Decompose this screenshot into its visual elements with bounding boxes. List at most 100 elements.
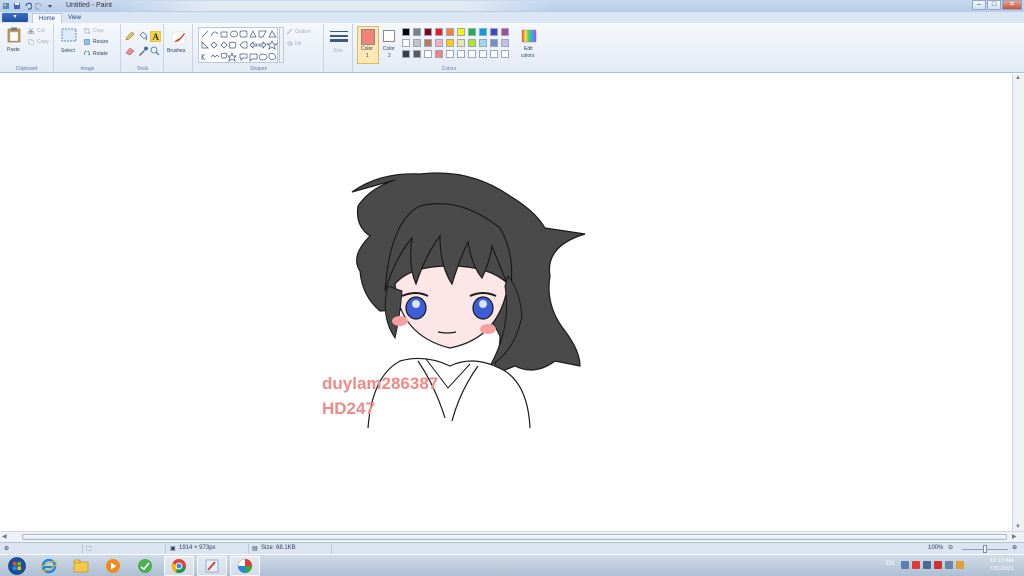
paint-app-icon[interactable] bbox=[2, 1, 10, 10]
zoom-in-icon[interactable]: ⊕ bbox=[1012, 544, 1017, 551]
file-explorer-icon[interactable] bbox=[66, 556, 96, 576]
palette-swatch[interactable] bbox=[490, 28, 498, 36]
crop-icon[interactable] bbox=[84, 28, 90, 36]
start-button[interactable] bbox=[2, 556, 32, 576]
palette-swatch[interactable] bbox=[435, 28, 443, 36]
paint-menu-button[interactable]: ▾ bbox=[2, 13, 28, 22]
brushes-button[interactable]: Brushes bbox=[167, 48, 185, 54]
eraser-icon[interactable] bbox=[125, 46, 135, 58]
horizontal-scroll-thumb[interactable] bbox=[22, 534, 1007, 540]
network-icon[interactable] bbox=[901, 561, 909, 569]
resize-button[interactable]: Resize bbox=[93, 39, 108, 45]
palette-swatch[interactable] bbox=[424, 39, 432, 47]
palette-swatch[interactable] bbox=[413, 39, 421, 47]
shapes-scroll[interactable] bbox=[279, 27, 284, 63]
undo-icon[interactable] bbox=[24, 1, 32, 10]
app-colorful-icon[interactable] bbox=[230, 556, 260, 576]
scroll-up-arrow-icon[interactable]: ▲ bbox=[1015, 75, 1021, 81]
internet-explorer-icon[interactable] bbox=[34, 556, 64, 576]
select-icon[interactable] bbox=[61, 28, 77, 44]
tab-view[interactable]: View bbox=[62, 13, 87, 23]
color2-swatch[interactable] bbox=[383, 30, 395, 42]
fill-icon[interactable] bbox=[286, 40, 294, 49]
palette-swatch[interactable] bbox=[446, 39, 454, 47]
battery-icon[interactable] bbox=[956, 561, 964, 569]
palette-swatch[interactable] bbox=[490, 50, 498, 58]
copy-button[interactable]: Copy bbox=[37, 39, 49, 45]
palette-swatch[interactable] bbox=[468, 50, 476, 58]
maximize-button[interactable]: □ bbox=[987, 0, 1001, 10]
color-picker-icon[interactable] bbox=[138, 46, 148, 58]
outline-icon[interactable] bbox=[286, 28, 294, 37]
edit-colors-label-2[interactable]: colors bbox=[521, 53, 534, 59]
scissors-icon[interactable] bbox=[27, 28, 35, 36]
fill-bucket-icon[interactable] bbox=[138, 31, 148, 43]
palette-swatch[interactable] bbox=[479, 28, 487, 36]
palette-swatch[interactable] bbox=[468, 28, 476, 36]
palette-swatch[interactable] bbox=[501, 39, 509, 47]
palette-swatch[interactable] bbox=[413, 28, 421, 36]
shapes-gallery[interactable] bbox=[198, 27, 279, 63]
volume-icon[interactable] bbox=[945, 561, 953, 569]
palette-swatch[interactable] bbox=[501, 28, 509, 36]
language-indicator[interactable]: EN bbox=[886, 561, 894, 567]
palette-swatch[interactable] bbox=[479, 50, 487, 58]
palette-swatch[interactable] bbox=[424, 28, 432, 36]
palette-swatch[interactable] bbox=[402, 28, 410, 36]
zoom-slider-thumb[interactable] bbox=[983, 545, 987, 553]
palette-swatch[interactable] bbox=[446, 50, 454, 58]
minimize-button[interactable]: – bbox=[972, 0, 986, 10]
palette-swatch[interactable] bbox=[402, 39, 410, 47]
flag-icon[interactable] bbox=[923, 561, 931, 569]
edit-colors-icon[interactable] bbox=[521, 29, 537, 45]
palette-swatch[interactable] bbox=[435, 39, 443, 47]
rotate-icon[interactable] bbox=[84, 50, 90, 59]
brush-icon[interactable] bbox=[170, 28, 188, 48]
resize-icon[interactable] bbox=[84, 39, 90, 47]
vertical-scrollbar[interactable]: ▲ ▼ bbox=[1012, 74, 1024, 531]
outline-button[interactable]: Outline bbox=[295, 29, 311, 35]
tab-home[interactable]: Home bbox=[32, 13, 63, 23]
redo-icon[interactable] bbox=[35, 1, 43, 10]
paste-icon[interactable] bbox=[7, 27, 21, 45]
palette-swatch[interactable] bbox=[501, 50, 509, 58]
palette-swatch[interactable] bbox=[446, 28, 454, 36]
size-icon[interactable] bbox=[330, 30, 348, 46]
vietkey-icon[interactable] bbox=[934, 561, 942, 569]
horizontal-scrollbar[interactable]: ◀ ▶ bbox=[0, 531, 1024, 542]
media-player-icon[interactable] bbox=[98, 556, 128, 576]
magnifier-icon[interactable] bbox=[150, 46, 160, 58]
palette-swatch[interactable] bbox=[490, 39, 498, 47]
edit-colors-label-1[interactable]: Edit bbox=[524, 46, 533, 52]
close-button[interactable]: ✕ bbox=[1002, 0, 1022, 10]
fill-button[interactable]: Fill bbox=[295, 41, 301, 47]
pencil-icon[interactable] bbox=[125, 31, 135, 43]
cut-button[interactable]: Cut bbox=[37, 28, 45, 34]
select-button[interactable]: Select bbox=[61, 48, 75, 54]
palette-swatch[interactable] bbox=[479, 39, 487, 47]
size-button[interactable]: Size bbox=[333, 48, 343, 54]
palette-swatch[interactable] bbox=[413, 50, 421, 58]
palette-swatch[interactable] bbox=[435, 50, 443, 58]
palette-swatch[interactable] bbox=[402, 50, 410, 58]
antivirus-icon[interactable] bbox=[912, 561, 920, 569]
palette-swatch[interactable] bbox=[457, 39, 465, 47]
clock[interactable]: 10:10 AM 7/31/2021 bbox=[990, 557, 1014, 573]
scroll-right-arrow-icon[interactable]: ▶ bbox=[1012, 533, 1017, 540]
scroll-down-arrow-icon[interactable]: ▼ bbox=[1015, 524, 1021, 530]
palette-swatch[interactable] bbox=[457, 28, 465, 36]
save-icon[interactable] bbox=[13, 1, 21, 10]
app-green-icon[interactable] bbox=[130, 556, 160, 576]
paint-taskbar-icon[interactable] bbox=[197, 556, 227, 576]
canvas[interactable]: duylam286387 HD247 bbox=[0, 74, 1012, 531]
copy-icon[interactable] bbox=[28, 39, 34, 47]
palette-swatch[interactable] bbox=[468, 39, 476, 47]
chrome-icon[interactable] bbox=[164, 556, 194, 576]
scroll-left-arrow-icon[interactable]: ◀ bbox=[2, 533, 7, 540]
crop-button[interactable]: Crop bbox=[93, 28, 104, 34]
zoom-out-icon[interactable]: ⊖ bbox=[948, 544, 953, 551]
palette-swatch[interactable] bbox=[457, 50, 465, 58]
text-tool-icon[interactable]: A bbox=[149, 30, 162, 44]
paste-button[interactable]: Paste bbox=[7, 47, 20, 53]
palette-swatch[interactable] bbox=[424, 50, 432, 58]
